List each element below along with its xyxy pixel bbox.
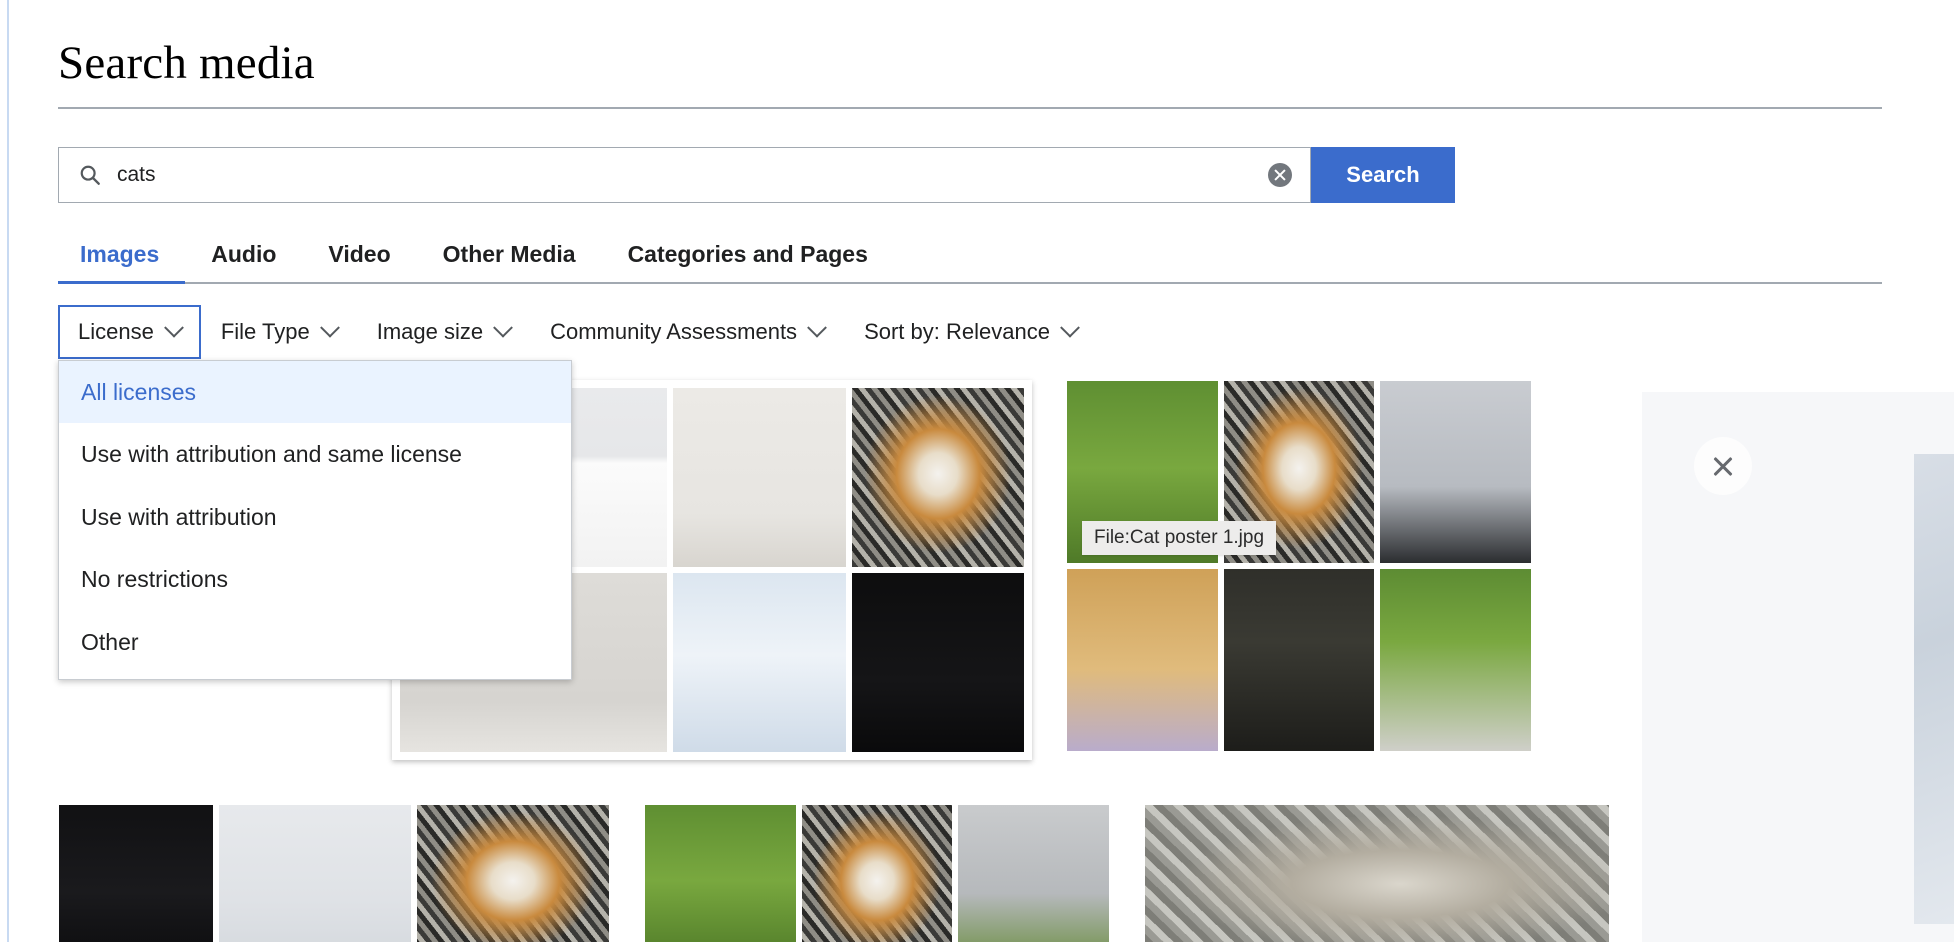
tab-audio[interactable]: Audio <box>185 241 302 282</box>
page-title: Search media <box>58 37 315 89</box>
license-option-no-restrictions[interactable]: No restrictions <box>59 548 571 610</box>
result-card-5[interactable] <box>644 804 1110 942</box>
thumb-cell <box>851 388 1024 567</box>
chevron-down-icon <box>163 317 184 338</box>
filter-community-assessments[interactable]: Community Assessments <box>530 305 844 359</box>
license-dropdown-menu: All licenses Use with attribution and sa… <box>58 360 572 681</box>
filter-image-size[interactable]: Image size <box>357 305 530 359</box>
license-option-attribution-same-license[interactable]: Use with attribution and same license <box>59 423 571 485</box>
result-card-4[interactable] <box>58 804 610 942</box>
result-thumbnail <box>59 805 609 942</box>
tab-video[interactable]: Video <box>302 241 416 282</box>
page-left-rail <box>7 0 9 942</box>
file-name-tooltip: File:Cat poster 1.jpg <box>1082 521 1277 555</box>
thumb-cell <box>673 573 846 752</box>
filter-bar: License File Type Image size Community A… <box>58 305 1097 359</box>
page-content: Search media Search Images Audio Video O… <box>58 0 1882 942</box>
clear-search-icon[interactable] <box>1268 163 1292 187</box>
filter-license[interactable]: License <box>58 305 201 359</box>
tab-categories-and-pages[interactable]: Categories and Pages <box>602 241 894 282</box>
filter-image-size-label: Image size <box>376 319 484 344</box>
result-thumbnail <box>1145 805 1609 942</box>
license-option-other[interactable]: Other <box>59 611 571 673</box>
filter-file-type[interactable]: File Type <box>201 305 357 359</box>
filter-community-assessments-label: Community Assessments <box>550 319 798 344</box>
thumb-cell <box>673 388 846 567</box>
thumb-cell <box>1145 805 1609 942</box>
search-media-page: Search media Search Images Audio Video O… <box>0 0 1954 942</box>
result-thumbnail <box>645 805 1109 942</box>
thumb-cell <box>1380 569 1531 751</box>
thumb-cell <box>416 805 609 942</box>
chevron-down-icon <box>1060 317 1080 338</box>
close-icon[interactable] <box>1694 437 1752 495</box>
thumb-cell <box>1380 381 1531 563</box>
search-box[interactable] <box>58 147 1311 203</box>
detail-panel-image <box>1914 454 1954 924</box>
filter-license-label: License <box>78 319 154 344</box>
thumb-cell <box>645 805 796 942</box>
search-input[interactable] <box>117 148 1268 202</box>
tab-images[interactable]: Images <box>58 241 186 284</box>
chevron-down-icon <box>319 317 340 338</box>
chevron-down-icon <box>807 317 827 338</box>
thumb-cell <box>59 805 213 942</box>
thumb-cell <box>958 805 1109 942</box>
chevron-down-icon <box>493 317 513 338</box>
tab-other-media[interactable]: Other Media <box>417 241 602 282</box>
results-row <box>58 786 1642 942</box>
media-detail-panel <box>1642 392 1954 942</box>
search-button[interactable]: Search <box>1311 147 1455 203</box>
thumb-cell <box>851 573 1024 752</box>
thumb-cell <box>1067 569 1218 751</box>
filter-file-type-label: File Type <box>220 319 310 344</box>
search-icon <box>80 165 100 185</box>
thumb-cell <box>1223 569 1375 751</box>
result-thumbnail <box>1067 381 1531 751</box>
thumb-cell <box>801 805 953 942</box>
filter-sort-by-label: Sort by: Relevance <box>864 319 1050 344</box>
result-card-3[interactable] <box>1066 380 1532 752</box>
result-card-6[interactable] <box>1144 804 1610 942</box>
search-row: Search <box>58 147 1455 203</box>
thumb-cell <box>218 805 411 942</box>
media-type-tabs: Images Audio Video Other Media Categorie… <box>58 228 1882 284</box>
license-option-all-licenses[interactable]: All licenses <box>59 361 571 424</box>
license-option-attribution[interactable]: Use with attribution <box>59 486 571 548</box>
title-divider <box>58 107 1882 109</box>
filter-sort-by[interactable]: Sort by: Relevance <box>844 305 1097 359</box>
